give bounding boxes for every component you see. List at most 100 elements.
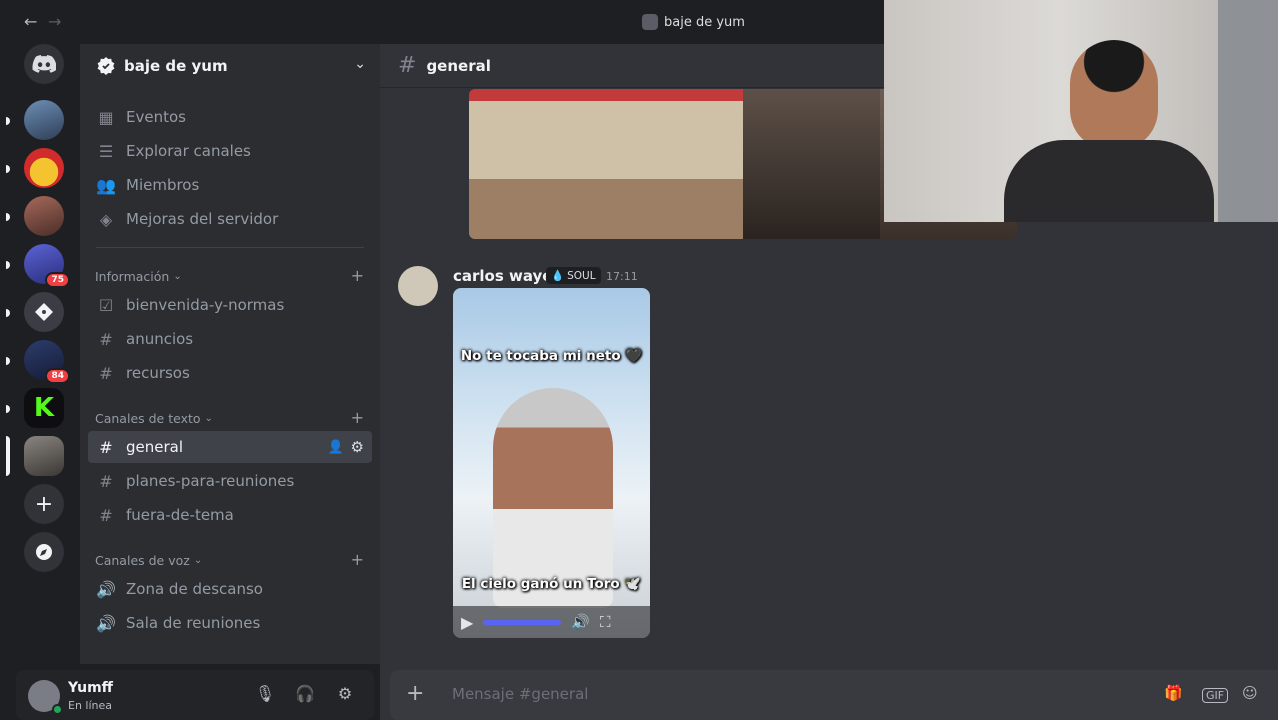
- message-author[interactable]: carlos wayer: [453, 267, 560, 285]
- nav-members[interactable]: 👥 Miembros: [88, 169, 372, 201]
- image-attachment[interactable]: [743, 89, 880, 239]
- forward-arrow-icon[interactable]: →: [48, 12, 61, 31]
- microphone-icon[interactable]: 🎙: [254, 684, 276, 706]
- avatar[interactable]: [398, 266, 438, 306]
- nav-server-boosts[interactable]: ◈ Mejoras del servidor: [88, 203, 372, 235]
- volume-slider[interactable]: [483, 619, 562, 625]
- message-input[interactable]: Mensaje #general: [452, 685, 588, 703]
- unread-pill: [6, 165, 10, 173]
- discord-logo-icon: [32, 55, 56, 73]
- nav-browse-channels[interactable]: ☰ Explorar canales: [88, 135, 372, 167]
- message-composer: + Mensaje #general 🎁 GIF ☺: [390, 670, 1278, 720]
- channel-general[interactable]: # general 👤 ⚙: [88, 431, 372, 463]
- unread-pill: [6, 357, 10, 365]
- channel-planes-para-reuniones[interactable]: # planes-para-reuniones: [88, 465, 372, 497]
- window-title-text: baje de yum: [664, 14, 745, 30]
- headphones-icon[interactable]: 🎧: [294, 684, 316, 706]
- video-controls: ▶ 🔊 ⛶: [453, 606, 650, 638]
- video-person-figure: [493, 388, 613, 608]
- window-title: baje de yum: [642, 14, 745, 30]
- category-info[interactable]: Información ⌄: [95, 269, 182, 284]
- category-info-label: Información: [95, 269, 170, 284]
- add-server-button[interactable]: +: [24, 484, 64, 524]
- user-status: En línea: [68, 699, 113, 712]
- back-arrow-icon[interactable]: ←: [24, 12, 37, 31]
- volume-icon[interactable]: 🔊: [571, 613, 590, 631]
- category-voice-label: Canales de voz: [95, 553, 190, 568]
- channel-recursos[interactable]: # recursos: [88, 357, 372, 389]
- plus-icon: +: [34, 491, 54, 517]
- discover-button[interactable]: [24, 532, 64, 572]
- compass-icon: [36, 544, 52, 560]
- server-1-icon[interactable]: [24, 100, 64, 140]
- username[interactable]: Yumff: [68, 680, 113, 696]
- server-8-icon[interactable]: [24, 436, 64, 476]
- webcam-overlay: [884, 0, 1278, 222]
- channel-label: bienvenida-y-normas: [126, 296, 285, 314]
- video-caption-top: No te tocaba mi neto 🖤: [460, 348, 643, 364]
- gift-icon[interactable]: 🎁: [1164, 684, 1183, 702]
- chevron-down-icon: ⌄: [204, 413, 213, 424]
- server-2-icon[interactable]: [24, 148, 64, 188]
- online-status-dot: [52, 704, 63, 715]
- server-3-icon[interactable]: [24, 196, 64, 236]
- server-6-icon[interactable]: 84: [24, 340, 70, 384]
- unread-pill: [6, 261, 10, 269]
- add-channel-plus-icon[interactable]: +: [351, 408, 364, 427]
- channel-label: general: [126, 438, 184, 456]
- verified-server-icon: [97, 57, 115, 75]
- image-attachment[interactable]: [469, 89, 606, 239]
- chevron-down-icon: ⌄: [173, 271, 182, 282]
- discord-home-button[interactable]: [24, 44, 64, 84]
- unread-pill: [6, 405, 10, 413]
- server-5-icon[interactable]: [24, 292, 64, 332]
- chevron-down-icon[interactable]: ⌄: [354, 56, 366, 72]
- voice-zona-de-descanso[interactable]: 🔊 Zona de descanso: [88, 573, 372, 605]
- speaker-icon: 🔊: [96, 613, 116, 633]
- server-7-icon[interactable]: K: [24, 388, 64, 428]
- image-attachment[interactable]: [606, 89, 743, 239]
- category-text[interactable]: Canales de texto ⌄: [95, 411, 213, 426]
- channel-label: planes-para-reuniones: [126, 472, 295, 490]
- invite-member-icon[interactable]: 👤: [328, 440, 344, 455]
- browse-channels-icon: ☰: [98, 141, 114, 161]
- mention-badge: 84: [45, 368, 70, 384]
- hash-icon: #: [398, 53, 417, 78]
- gif-icon[interactable]: GIF: [1202, 688, 1229, 703]
- unread-pill: [6, 309, 10, 317]
- channel-fuera-de-tema[interactable]: # fuera-de-tema: [88, 499, 372, 531]
- play-icon[interactable]: ▶: [461, 613, 473, 632]
- hash-icon: #: [99, 329, 113, 349]
- server-icon: [642, 14, 658, 30]
- server-4-icon[interactable]: 75: [24, 244, 70, 288]
- calendar-icon: ▦: [98, 107, 114, 127]
- category-text-label: Canales de texto: [95, 411, 201, 426]
- gear-icon[interactable]: ⚙: [334, 684, 356, 706]
- category-voice[interactable]: Canales de voz ⌄: [95, 553, 202, 568]
- webcam-person-body: [1004, 140, 1214, 222]
- nav-events-label: Eventos: [126, 108, 186, 126]
- add-channel-plus-icon[interactable]: +: [351, 550, 364, 569]
- add-attachment-plus-icon[interactable]: +: [406, 681, 424, 706]
- video-attachment[interactable]: No te tocaba mi neto 🖤 El cielo ganó un …: [453, 288, 650, 638]
- divider: [96, 247, 364, 248]
- channel-title: general: [426, 56, 491, 75]
- guild-tag-badge[interactable]: 💧 SOUL: [546, 267, 601, 284]
- voice-sala-de-reuniones[interactable]: 🔊 Sala de reuniones: [88, 607, 372, 639]
- nav-browse-label: Explorar canales: [126, 142, 251, 160]
- add-channel-plus-icon[interactable]: +: [351, 266, 364, 285]
- channel-label: fuera-de-tema: [126, 506, 234, 524]
- nav-events[interactable]: ▦ Eventos: [88, 101, 372, 133]
- gear-icon[interactable]: ⚙: [351, 438, 364, 456]
- channel-label: anuncios: [126, 330, 194, 348]
- channel-anuncios[interactable]: # anuncios: [88, 323, 372, 355]
- hash-icon: #: [99, 471, 113, 491]
- droplet-icon: 💧: [551, 270, 565, 282]
- nav-members-label: Miembros: [126, 176, 200, 194]
- channel-bienvenida-y-normas[interactable]: ☑ bienvenida-y-normas: [88, 289, 372, 321]
- user-panel: Yumff En línea 🎙 🎧 ⚙: [16, 670, 374, 720]
- sticker-icon[interactable]: ☺: [1242, 684, 1258, 702]
- guild-header[interactable]: baje de yum ⌄: [80, 44, 380, 88]
- channel-label: Sala de reuniones: [126, 614, 261, 632]
- fullscreen-icon[interactable]: ⛶: [600, 613, 611, 631]
